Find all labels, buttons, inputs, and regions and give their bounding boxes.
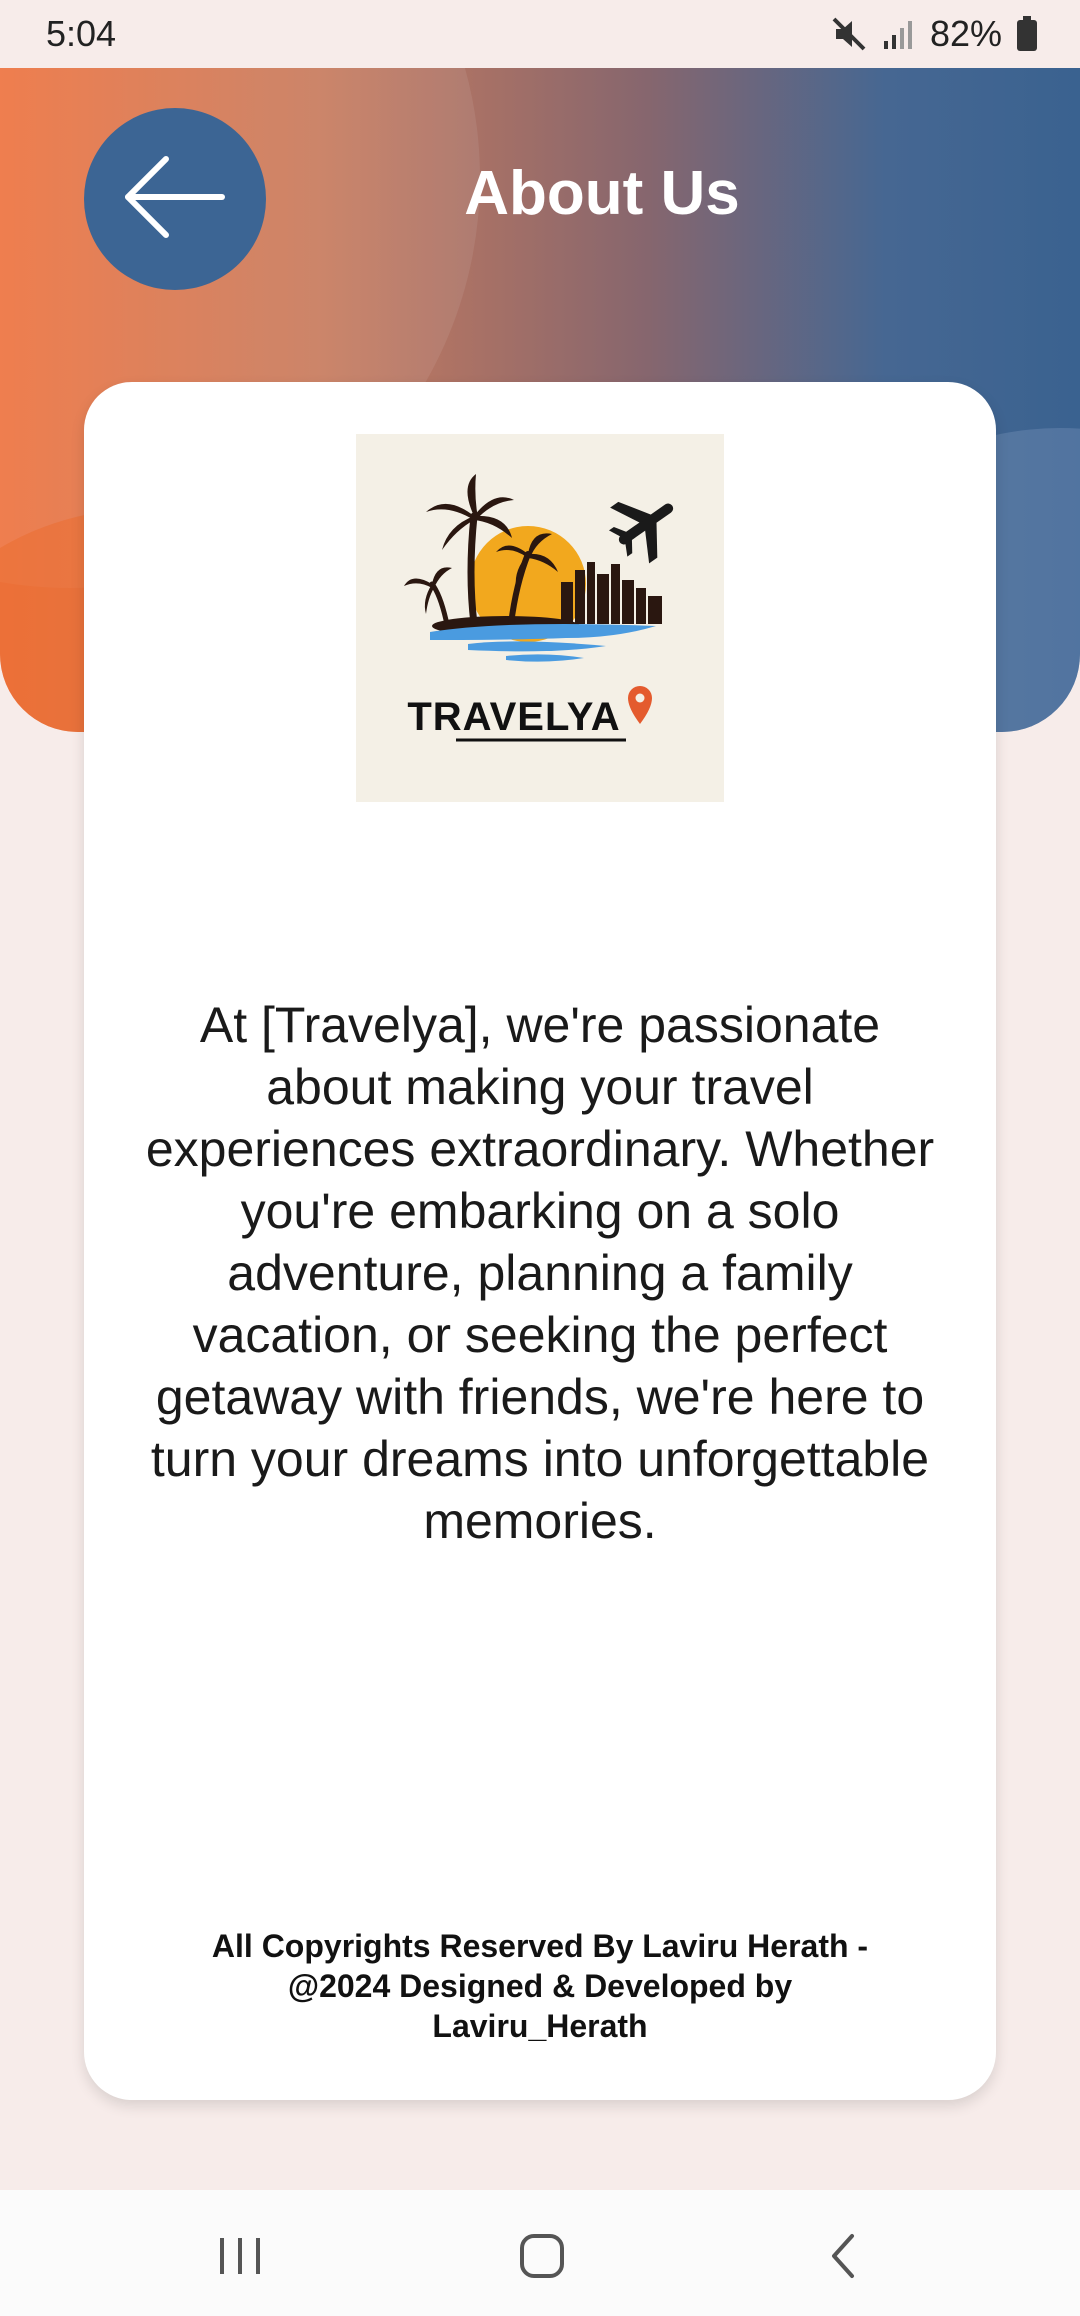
mute-icon xyxy=(830,15,868,53)
status-time: 5:04 xyxy=(46,13,117,54)
battery-icon xyxy=(1016,16,1038,52)
recent-apps-button[interactable] xyxy=(210,2226,270,2286)
back-icon xyxy=(814,2234,874,2290)
signal-icon xyxy=(882,17,916,51)
brand-text: TRAVELYA xyxy=(407,695,620,739)
page-title: About Us xyxy=(464,159,740,228)
system-nav-bar xyxy=(0,2190,1080,2316)
home-button[interactable] xyxy=(512,2226,572,2286)
status-icons: 82% xyxy=(830,13,1038,55)
status-bar: 5:04 82% xyxy=(0,0,1080,68)
travelya-logo: TRAVELYA xyxy=(356,434,724,802)
battery-percent: 82% xyxy=(929,13,1002,54)
recent-apps-icon xyxy=(210,2238,270,2290)
nav-back-button[interactable] xyxy=(814,2226,874,2286)
home-icon xyxy=(512,2234,572,2290)
copyright-text: All Copyrights Reserved By Laviru Herath… xyxy=(211,1928,869,2044)
about-card: TRAVELYA At [Travelya], we're passionate… xyxy=(84,382,996,2100)
location-pin-icon xyxy=(628,686,652,724)
about-description: At [Travelya], we're passionate about ma… xyxy=(145,997,935,1549)
